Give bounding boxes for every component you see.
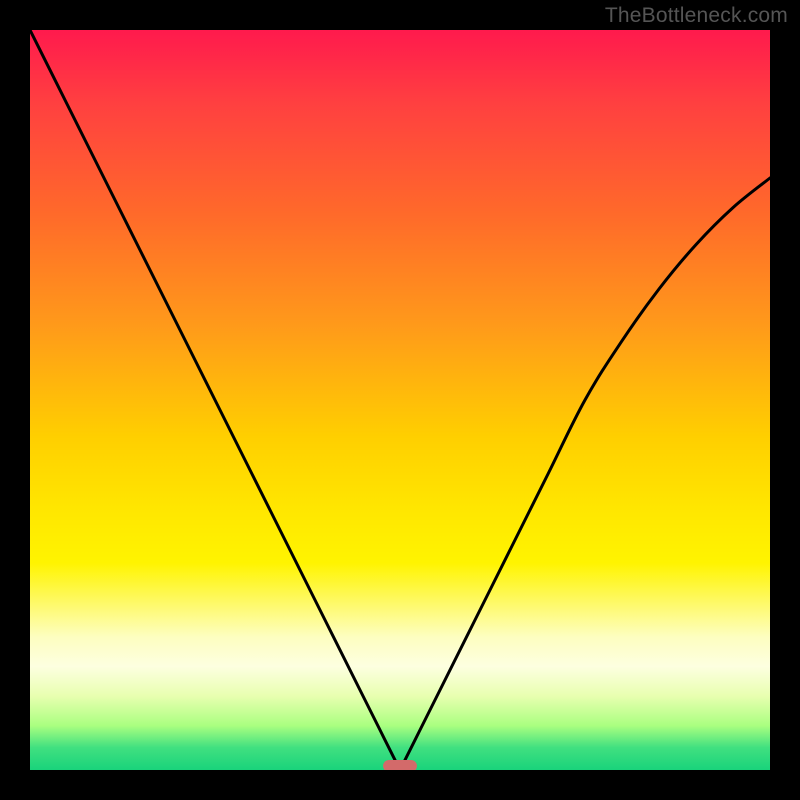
watermark-label: TheBottleneck.com: [605, 4, 788, 28]
bottleneck-curve: [30, 30, 770, 770]
curve-right: [400, 178, 770, 770]
curve-left: [30, 30, 400, 770]
bottleneck-marker: [383, 760, 417, 770]
chart-frame: TheBottleneck.com: [0, 0, 800, 800]
plot-area: [30, 30, 770, 770]
